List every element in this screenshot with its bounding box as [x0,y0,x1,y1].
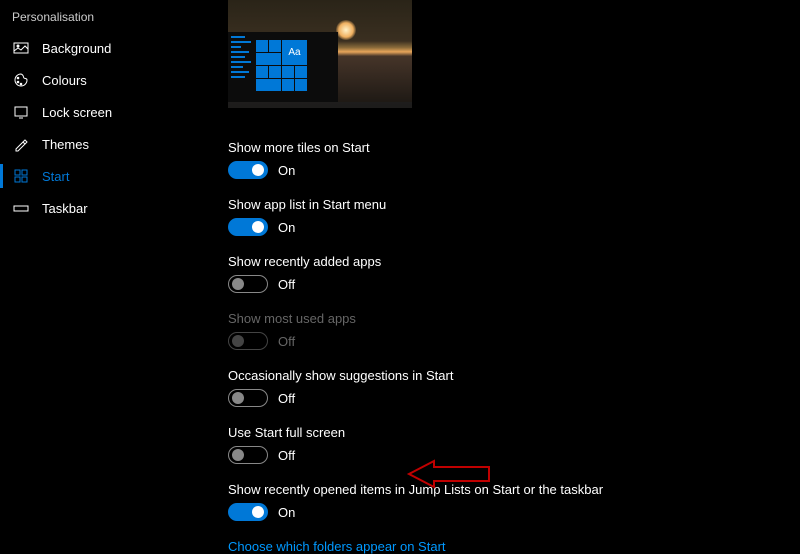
toggle-recently-added[interactable] [228,275,268,293]
setting-label: Occasionally show suggestions in Start [228,368,800,383]
toggle-state: On [278,163,295,178]
setting-label: Show recently opened items in Jump Lists… [228,482,800,497]
themes-icon [12,135,30,153]
picture-icon [12,39,30,57]
sidebar-item-label: Taskbar [42,201,88,216]
sidebar: Personalisation Background Colours Lock … [0,0,200,502]
sidebar-item-background[interactable]: Background [0,32,200,64]
toggle-full-screen[interactable] [228,446,268,464]
start-grid-icon [12,167,30,185]
setting-label: Use Start full screen [228,425,800,440]
toggle-show-app-list[interactable] [228,218,268,236]
setting-label: Show more tiles on Start [228,140,800,155]
toggle-state: Off [278,277,295,292]
toggle-most-used [228,332,268,350]
lock-screen-icon [12,103,30,121]
setting-suggestions: Occasionally show suggestions in Start O… [228,368,800,407]
setting-full-screen: Use Start full screen Off [228,425,800,464]
sidebar-item-lock-screen[interactable]: Lock screen [0,96,200,128]
setting-label: Show app list in Start menu [228,197,800,212]
sidebar-item-label: Background [42,41,111,56]
content-area: Aa Show more tiles on Start On Show app … [228,0,800,502]
setting-most-used: Show most used apps Off [228,311,800,350]
toggle-state: On [278,505,295,520]
start-preview-thumbnail: Aa [228,0,412,108]
sidebar-item-label: Themes [42,137,89,152]
toggle-jump-lists[interactable] [228,503,268,521]
setting-show-more-tiles: Show more tiles on Start On [228,140,800,179]
taskbar-icon [12,199,30,217]
sidebar-item-label: Start [42,169,69,184]
sidebar-item-taskbar[interactable]: Taskbar [0,192,200,224]
toggle-suggestions[interactable] [228,389,268,407]
sidebar-item-label: Lock screen [42,105,112,120]
toggle-state: Off [278,334,295,349]
setting-label: Show most used apps [228,311,800,326]
toggle-show-more-tiles[interactable] [228,161,268,179]
toggle-state: Off [278,391,295,406]
link-choose-folders[interactable]: Choose which folders appear on Start [228,539,446,554]
setting-recently-added: Show recently added apps Off [228,254,800,293]
toggle-state: On [278,220,295,235]
setting-show-app-list: Show app list in Start menu On [228,197,800,236]
sidebar-title: Personalisation [0,8,200,32]
sidebar-item-start[interactable]: Start [0,160,200,192]
toggle-state: Off [278,448,295,463]
sidebar-item-label: Colours [42,73,87,88]
sidebar-item-themes[interactable]: Themes [0,128,200,160]
palette-icon [12,71,30,89]
setting-label: Show recently added apps [228,254,800,269]
sidebar-item-colours[interactable]: Colours [0,64,200,96]
